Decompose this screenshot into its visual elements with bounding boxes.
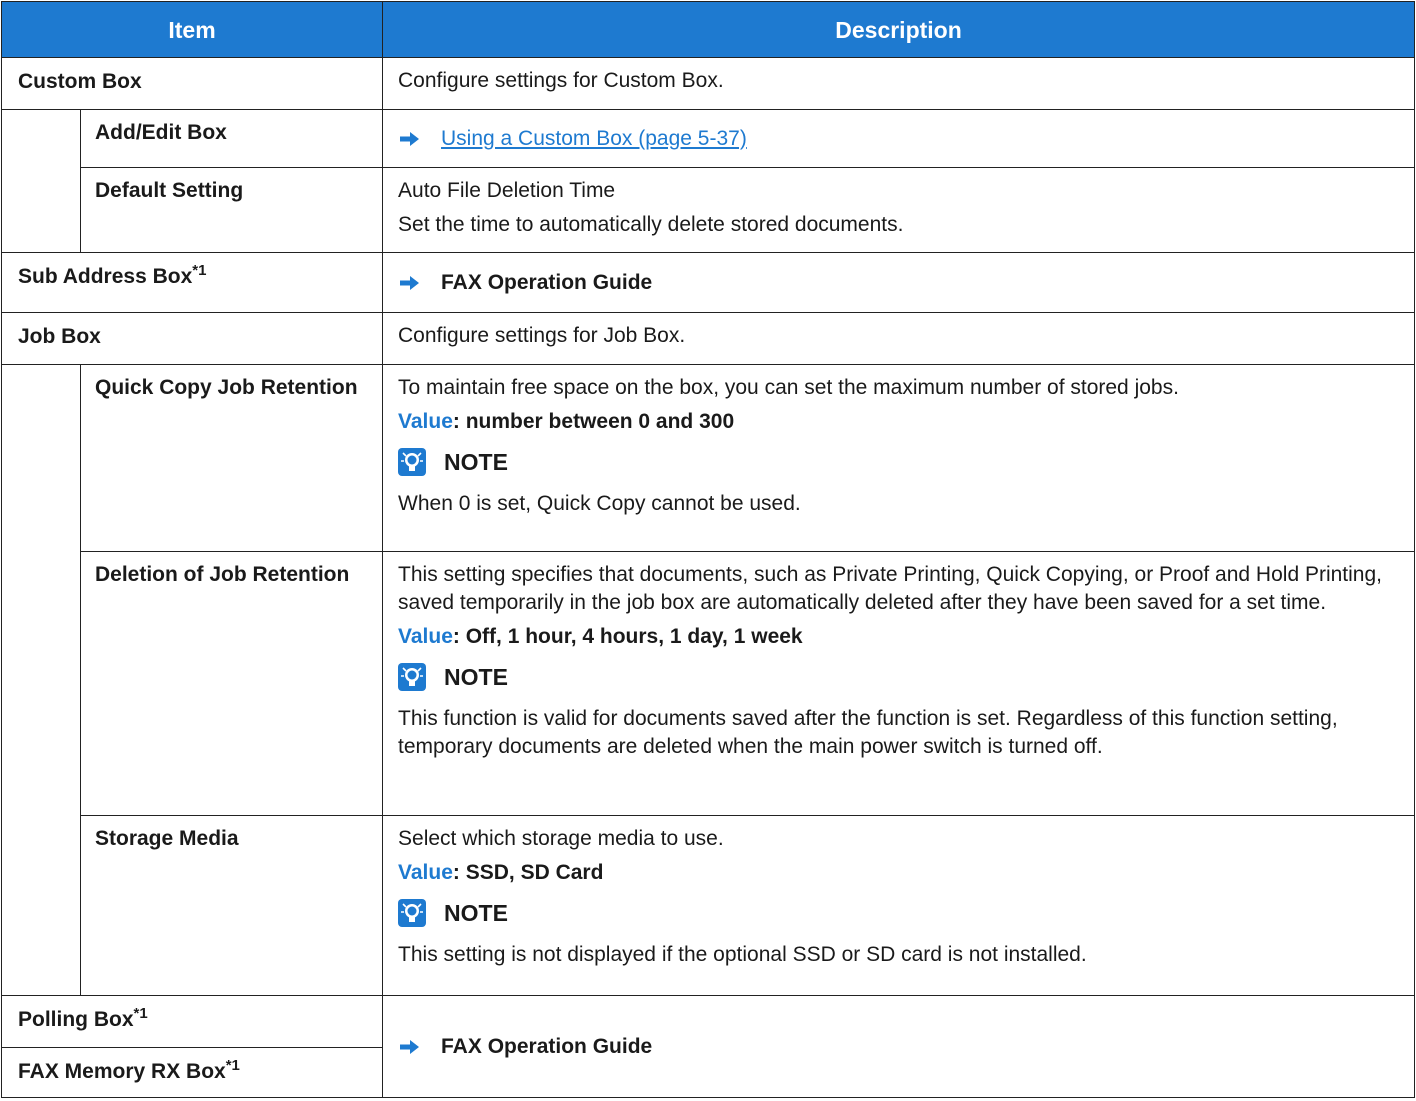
- item-add-edit-box: Add/Edit Box: [79, 109, 384, 168]
- desc-line: Auto File Deletion Time: [398, 179, 616, 202]
- right-arrow-icon: [400, 131, 420, 146]
- item-label: FAX Memory RX Box: [18, 1060, 226, 1083]
- note-lightbulb-icon: [398, 663, 427, 691]
- item-deletion-of-job-retention: Deletion of Job Retention: [79, 551, 384, 816]
- value-line: Value: SSD, SD Card: [398, 859, 1399, 887]
- desc-sub-address-box: FAX Operation Guide: [382, 252, 1416, 313]
- desc-line: Set the time to automatically delete sto…: [398, 213, 904, 236]
- value-line: Value: number between 0 and 300: [398, 408, 1399, 436]
- header-item: Item: [0, 1, 384, 58]
- desc-line: To maintain free space on the box, you c…: [398, 376, 1179, 399]
- table-row: Sub Address Box*1 FAX Operation Guide: [0, 252, 1416, 313]
- note-text: This function is valid for documents sav…: [398, 707, 1338, 758]
- note-title: NOTE: [444, 900, 508, 926]
- note-text: This setting is not displayed if the opt…: [398, 943, 1087, 966]
- note-lightbulb-icon: [398, 899, 427, 927]
- desc-fax-boxes: FAX Operation Guide: [382, 995, 1416, 1098]
- value-label: Value: [398, 625, 453, 648]
- item-default-setting: Default Setting: [79, 167, 384, 253]
- footnote-marker: *1: [192, 262, 207, 279]
- note-text: When 0 is set, Quick Copy cannot be used…: [398, 492, 801, 515]
- value-line: Value: Off, 1 hour, 4 hours, 1 day, 1 we…: [398, 623, 1399, 651]
- item-fax-memory-rx-box: FAX Memory RX Box*1: [0, 1047, 384, 1098]
- desc-default-setting: Auto File Deletion Time Set the time to …: [382, 167, 1416, 253]
- note-header: NOTE: [398, 448, 1399, 476]
- value-text: : SSD, SD Card: [452, 861, 604, 884]
- note-title: NOTE: [444, 664, 508, 690]
- fax-guide-reference: FAX Operation Guide: [441, 1034, 653, 1058]
- table-row: Custom Box Configure settings for Custom…: [0, 57, 1416, 110]
- note-header: NOTE: [398, 899, 1399, 927]
- value-label: Value: [398, 861, 453, 884]
- note-lightbulb-icon: [398, 448, 427, 476]
- desc-line: Select which storage media to use.: [398, 827, 724, 850]
- item-polling-box: Polling Box*1: [0, 995, 384, 1048]
- table-row: Job Box Configure settings for Job Box.: [0, 312, 1416, 365]
- desc-custom-box: Configure settings for Custom Box.: [382, 57, 1416, 110]
- table-row: Add/Edit Box Using a Custom Box (page 5-…: [1, 109, 1416, 253]
- note-title: NOTE: [444, 449, 508, 475]
- desc-add-edit-box: Using a Custom Box (page 5-37): [382, 109, 1416, 168]
- footnote-marker: *1: [133, 1005, 148, 1022]
- value-label: Value: [398, 410, 453, 433]
- item-storage-media: Storage Media: [79, 815, 384, 996]
- item-label: Polling Box: [18, 1008, 134, 1031]
- indent-cell: [1, 109, 81, 253]
- fax-guide-reference: FAX Operation Guide: [441, 270, 653, 294]
- desc-storage-media: Select which storage media to use. Value…: [382, 815, 1416, 996]
- desc-paragraph: This setting specifies that documents, s…: [398, 563, 1382, 614]
- settings-table-page: Item Description Custom Box Configure se…: [0, 0, 1416, 1101]
- indent-cell: [1, 364, 81, 996]
- value-text: : number between 0 and 300: [452, 410, 735, 433]
- footnote-marker: *1: [225, 1057, 240, 1074]
- item-label: Sub Address Box: [18, 265, 193, 288]
- custom-box-page-link[interactable]: Using a Custom Box (page 5-37): [441, 125, 747, 153]
- settings-table: Item Description Custom Box Configure se…: [0, 1, 1416, 1098]
- header-description: Description: [382, 1, 1416, 58]
- desc-text: Configure settings for Custom Box.: [398, 69, 724, 92]
- desc-text: Configure settings for Job Box.: [398, 324, 686, 347]
- right-arrow-icon: [400, 1039, 420, 1054]
- item-job-box: Job Box: [0, 312, 384, 365]
- right-arrow-icon: [400, 275, 420, 290]
- table-row: Default Setting Auto File Deletion Time …: [2, 167, 1416, 253]
- item-quick-copy-job-retention: Quick Copy Job Retention: [79, 364, 384, 552]
- table-row: Deletion of Job Retention This setting s…: [2, 551, 1416, 816]
- item-custom-box: Custom Box: [0, 57, 384, 110]
- desc-job-box: Configure settings for Job Box.: [382, 312, 1416, 365]
- value-text: : Off, 1 hour, 4 hours, 1 day, 1 week: [452, 625, 803, 648]
- table-header-row: Item Description: [0, 1, 1416, 58]
- note-header: NOTE: [398, 663, 1399, 691]
- table-row: Storage Media Select which storage media…: [2, 815, 1416, 996]
- item-sub-address-box: Sub Address Box*1: [0, 252, 384, 313]
- table-row: Quick Copy Job Retention To maintain fre…: [1, 364, 1416, 996]
- desc-deletion-of-job-retention: This setting specifies that documents, s…: [382, 551, 1416, 816]
- table-row: Polling Box*1 FAX Operation Guide: [0, 995, 1416, 1098]
- desc-quick-copy-job-retention: To maintain free space on the box, you c…: [382, 364, 1416, 552]
